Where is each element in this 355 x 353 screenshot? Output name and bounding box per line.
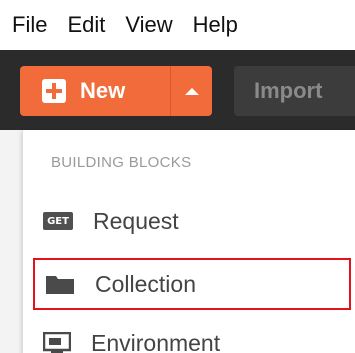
sidebar-edge	[0, 130, 22, 353]
app-window: File Edit View Help New Import BUILDING …	[0, 0, 355, 353]
menu-view[interactable]: View	[125, 14, 172, 36]
menu-file[interactable]: File	[12, 14, 47, 36]
import-button[interactable]: Import	[234, 66, 355, 116]
menu-item-collection[interactable]: Collection	[33, 258, 351, 310]
new-button-label: New	[80, 78, 126, 103]
menu-item-environment[interactable]: Environment	[23, 318, 353, 353]
menu-item-label: Collection	[95, 270, 196, 297]
environment-icon	[42, 331, 72, 353]
get-request-icon: GET	[43, 212, 73, 230]
new-dropdown-toggle[interactable]	[171, 66, 212, 116]
new-button-group: New	[20, 66, 212, 116]
folder-icon	[45, 273, 75, 295]
new-button[interactable]: New	[20, 66, 170, 116]
menu-edit[interactable]: Edit	[67, 14, 105, 36]
plus-icon	[42, 79, 66, 103]
section-title: BUILDING BLOCKS	[51, 154, 192, 171]
import-button-label: Import	[254, 78, 323, 103]
menu-bar: File Edit View Help	[0, 0, 355, 50]
menu-item-label: Request	[93, 207, 179, 234]
menu-item-request[interactable]: GET Request	[23, 196, 353, 246]
menu-help[interactable]: Help	[193, 14, 238, 36]
new-dropdown-menu: BUILDING BLOCKS GET Request Collection E	[22, 130, 355, 353]
menu-item-label: Environment	[91, 329, 221, 353]
caret-up-icon	[184, 87, 199, 95]
toolbar: New Import	[0, 50, 355, 130]
